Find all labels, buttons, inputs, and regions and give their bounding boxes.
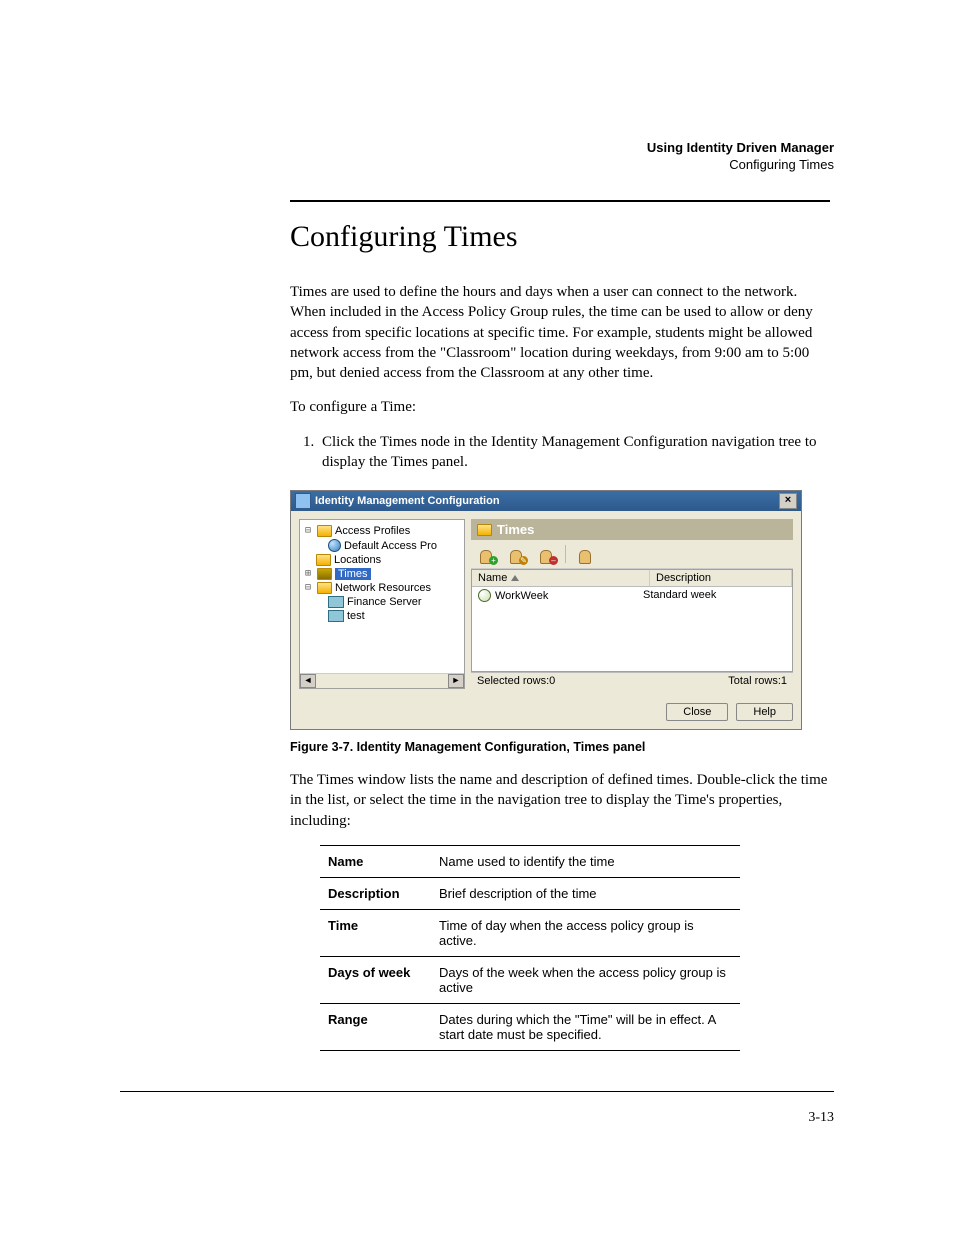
- toolbar-separator: [565, 545, 566, 563]
- prop-range-key: Range: [320, 1003, 431, 1050]
- step-1: Click the Times node in the Identity Man…: [318, 432, 830, 473]
- after-figure-paragraph: The Times window lists the name and desc…: [290, 770, 830, 831]
- prop-name-val: Name used to identify the time: [431, 845, 740, 877]
- prop-time-val: Time of day when the access policy group…: [431, 909, 740, 956]
- status-total: Total rows:1: [728, 675, 787, 687]
- tree-times[interactable]: Times: [335, 568, 371, 580]
- clock-icon: [478, 589, 491, 602]
- status-bar: Selected rows:0 Total rows:1: [471, 672, 793, 689]
- tree-access-profiles[interactable]: Access Profiles: [335, 525, 410, 537]
- nav-tree[interactable]: ⊟Access Profiles Default Access Pro Loca…: [299, 519, 465, 689]
- table-row: RangeDates during which the "Time" will …: [320, 1003, 740, 1050]
- window-titlebar: Identity Management Configuration ×: [291, 491, 801, 511]
- app-icon: [295, 493, 311, 509]
- prop-time-key: Time: [320, 909, 431, 956]
- prop-dow-key: Days of week: [320, 956, 431, 1003]
- folder-icon: [317, 525, 332, 537]
- globe-icon: [328, 539, 341, 552]
- tree-test[interactable]: test: [347, 610, 365, 622]
- folder-icon: [317, 582, 332, 594]
- delete-button[interactable]: –: [535, 544, 557, 564]
- add-button[interactable]: +: [475, 544, 497, 564]
- prop-dow-val: Days of the week when the access policy …: [431, 956, 740, 1003]
- server-icon: [328, 610, 344, 622]
- server-icon: [328, 596, 344, 608]
- table-row: NameName used to identify the time: [320, 845, 740, 877]
- config-window: Identity Management Configuration × ⊟Acc…: [290, 490, 802, 730]
- top-rule: [290, 200, 830, 202]
- table-row[interactable]: WorkWeek Standard week: [472, 587, 792, 604]
- close-button[interactable]: Close: [666, 703, 728, 721]
- column-name[interactable]: Name: [472, 570, 650, 586]
- prop-range-val: Dates during which the "Time" will be in…: [431, 1003, 740, 1050]
- panel-title: Times: [471, 519, 793, 540]
- steps-list: Click the Times node in the Identity Man…: [290, 432, 830, 473]
- running-head: Using Identity Driven Manager Configurin…: [647, 140, 834, 174]
- page-number: 3-13: [120, 1110, 834, 1126]
- row-name: WorkWeek: [495, 590, 548, 602]
- prop-name-key: Name: [320, 845, 431, 877]
- tree-hscrollbar[interactable]: ◄ ►: [300, 673, 464, 688]
- properties-table: NameName used to identify the time Descr…: [320, 845, 740, 1051]
- scroll-right-icon[interactable]: ►: [448, 674, 464, 688]
- running-head-subtitle: Configuring Times: [647, 157, 834, 174]
- intro-paragraph: Times are used to define the hours and d…: [290, 282, 830, 383]
- window-close-button[interactable]: ×: [779, 493, 797, 509]
- table-row: Days of weekDays of the week when the ac…: [320, 956, 740, 1003]
- table-row: TimeTime of day when the access policy g…: [320, 909, 740, 956]
- folder-icon: [316, 554, 331, 566]
- bottom-rule: [120, 1091, 834, 1092]
- help-button[interactable]: Help: [736, 703, 793, 721]
- prop-desc-val: Brief description of the time: [431, 877, 740, 909]
- status-selected: Selected rows:0: [477, 675, 555, 687]
- table-row: DescriptionBrief description of the time: [320, 877, 740, 909]
- prop-desc-key: Description: [320, 877, 431, 909]
- properties-button[interactable]: [574, 544, 596, 564]
- tree-network-resources[interactable]: Network Resources: [335, 582, 431, 594]
- times-grid[interactable]: Name Description WorkWeek Standard week: [471, 569, 793, 672]
- toolbar: + ✎ –: [471, 540, 793, 569]
- edit-button[interactable]: ✎: [505, 544, 527, 564]
- column-description[interactable]: Description: [650, 570, 792, 586]
- panel-title-text: Times: [497, 522, 534, 537]
- scroll-left-icon[interactable]: ◄: [300, 674, 316, 688]
- lead-in-paragraph: To configure a Time:: [290, 397, 830, 417]
- tree-locations[interactable]: Locations: [334, 554, 381, 566]
- running-head-title: Using Identity Driven Manager: [647, 140, 834, 157]
- section-heading: Configuring Times: [290, 220, 830, 254]
- folder-icon: [477, 524, 492, 536]
- window-title: Identity Management Configuration: [315, 495, 500, 507]
- tree-default-access[interactable]: Default Access Pro: [344, 540, 437, 552]
- figure-caption: Figure 3-7. Identity Management Configur…: [290, 740, 830, 754]
- row-desc: Standard week: [643, 589, 786, 602]
- sort-asc-icon: [511, 575, 519, 581]
- tree-finance-server[interactable]: Finance Server: [347, 596, 422, 608]
- folder-icon: [317, 568, 332, 580]
